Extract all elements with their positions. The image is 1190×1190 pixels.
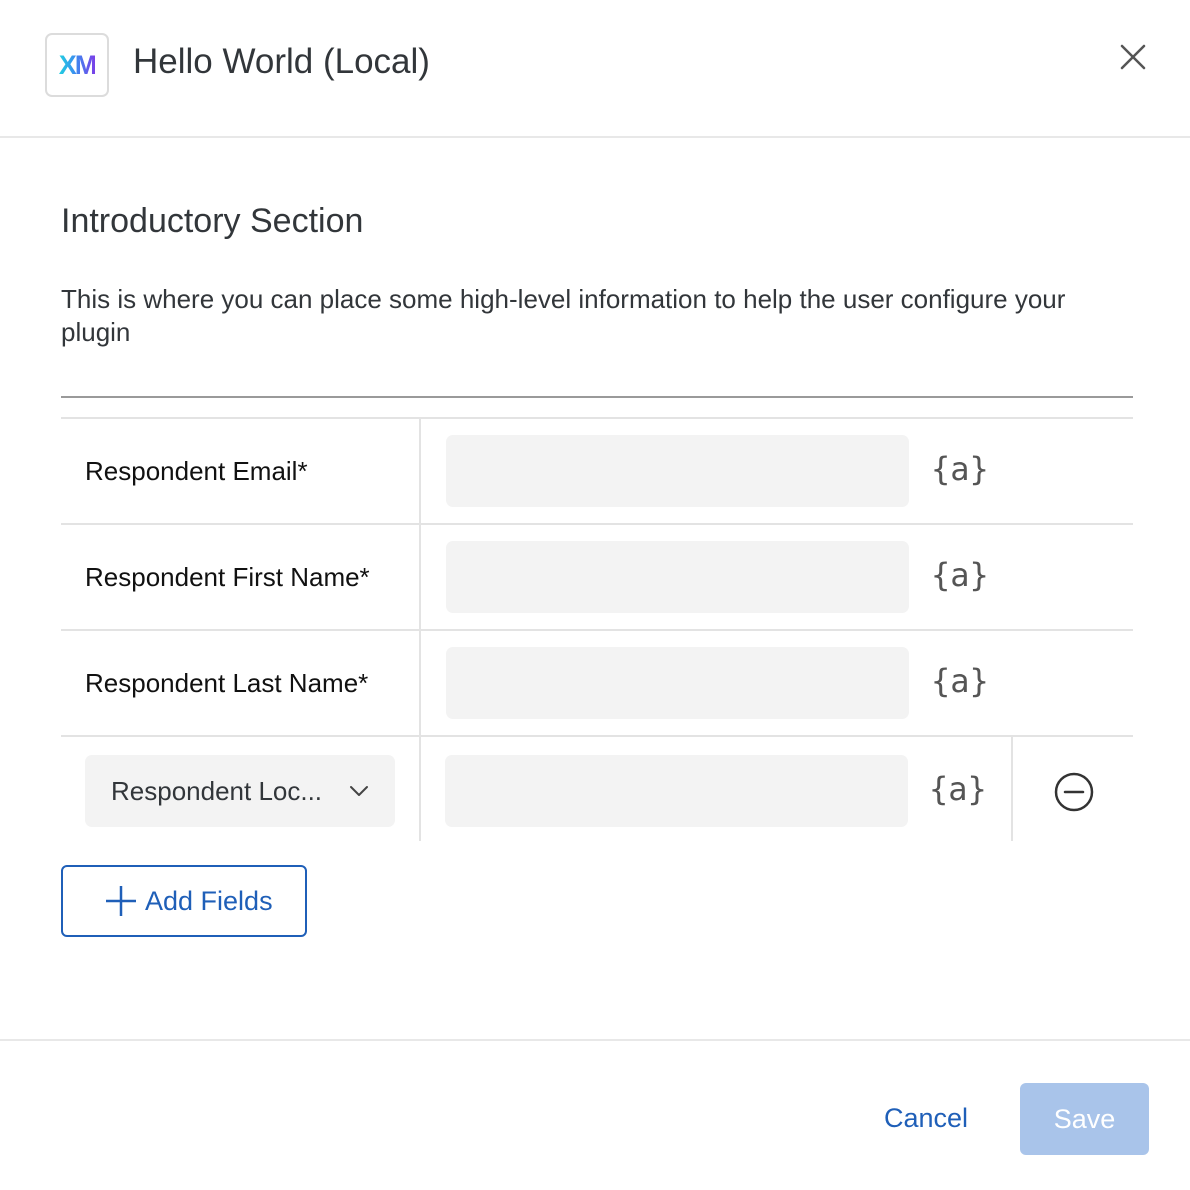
field-label: Respondent First Name* <box>61 525 421 629</box>
piped-text-icon[interactable]: {a} <box>931 450 989 488</box>
dialog-footer: Cancel Save <box>0 1039 1190 1190</box>
xm-logo: XM <box>45 33 109 97</box>
cancel-button[interactable]: Cancel <box>884 1103 968 1134</box>
table-row: Respondent Loc... {a} <box>61 737 1133 841</box>
close-icon[interactable] <box>1114 38 1152 76</box>
custom-field-input[interactable] <box>445 755 908 827</box>
table-row: Respondent Last Name* {a} <box>61 631 1133 737</box>
field-label: Respondent Last Name* <box>61 631 421 735</box>
section-title: Introductory Section <box>61 202 364 240</box>
remove-cell <box>1011 737 1133 841</box>
table-row: Respondent First Name* {a} <box>61 525 1133 631</box>
respondent-first-name-input[interactable] <box>446 541 909 613</box>
add-fields-label: Add Fields <box>145 885 273 916</box>
add-fields-button[interactable]: Add Fields <box>61 865 307 937</box>
section-description: This is where you can place some high-le… <box>61 284 1066 347</box>
respondent-last-name-input[interactable] <box>446 647 909 719</box>
dialog-title: Hello World (Local) <box>133 42 430 81</box>
save-button[interactable]: Save <box>1020 1083 1149 1155</box>
respondent-email-input[interactable] <box>446 435 909 507</box>
piped-text-icon[interactable]: {a} <box>931 556 989 594</box>
field-select-dropdown[interactable]: Respondent Loc... <box>85 755 395 827</box>
piped-text-icon[interactable]: {a} <box>931 662 989 700</box>
remove-field-icon[interactable] <box>1054 772 1094 812</box>
chevron-down-icon <box>347 779 371 810</box>
plus-icon <box>106 886 136 916</box>
section-divider <box>61 396 1133 398</box>
field-label: Respondent Email* <box>61 419 421 523</box>
table-row: Respondent Email* {a} <box>61 419 1133 525</box>
dialog-header: XM Hello World (Local) <box>0 0 1190 138</box>
field-mapping-table: Respondent Email* {a} Respondent First N… <box>61 417 1133 841</box>
logo-text: XM <box>58 49 97 80</box>
piped-text-icon[interactable]: {a} <box>929 770 987 808</box>
field-select-cell: Respondent Loc... <box>61 737 421 841</box>
field-select-value: Respondent Loc... <box>111 775 323 806</box>
